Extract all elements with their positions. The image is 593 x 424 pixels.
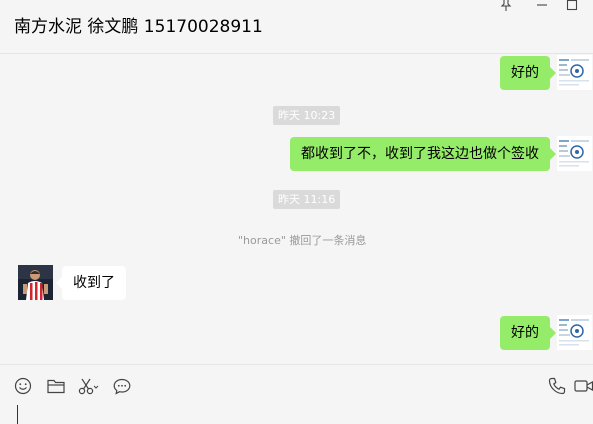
my-avatar[interactable] [557,55,592,90]
timestamp-chip: 昨天 11:16 [273,190,341,209]
minimize-icon[interactable] [532,0,552,13]
my-avatar[interactable] [557,136,592,171]
maximize-icon[interactable] [562,0,582,13]
folder-icon[interactable] [45,375,67,397]
message-list[interactable]: 好的 昨天 10:23 都收到了不，收到了我这边也做个签收 昨天 11:16 "… [0,55,593,364]
recall-notice: "horace" 撤回了一条消息 [238,234,367,247]
input-toolbar [0,364,593,424]
video-icon[interactable] [574,375,593,397]
my-message-bubble[interactable]: 好的 [500,56,556,90]
pin-icon[interactable] [496,0,516,13]
timestamp-chip: 昨天 10:23 [273,106,341,125]
text-input-caret[interactable] [17,405,18,424]
chat-bubble-icon[interactable] [111,375,133,397]
chat-title: 南方水泥 徐文鹏 15170028911 [14,17,263,37]
scissors-icon[interactable] [78,375,100,397]
chat-header: 南方水泥 徐文鹏 15170028911 [0,0,593,54]
my-avatar[interactable] [557,315,592,350]
emoji-icon[interactable] [12,375,34,397]
my-message-bubble[interactable]: 都收到了不，收到了我这边也做个签收 [290,137,556,171]
contact-message-bubble[interactable]: 收到了 [56,266,126,300]
my-message-bubble[interactable]: 好的 [500,316,556,350]
contact-avatar[interactable] [18,265,53,300]
phone-icon[interactable] [546,375,568,397]
